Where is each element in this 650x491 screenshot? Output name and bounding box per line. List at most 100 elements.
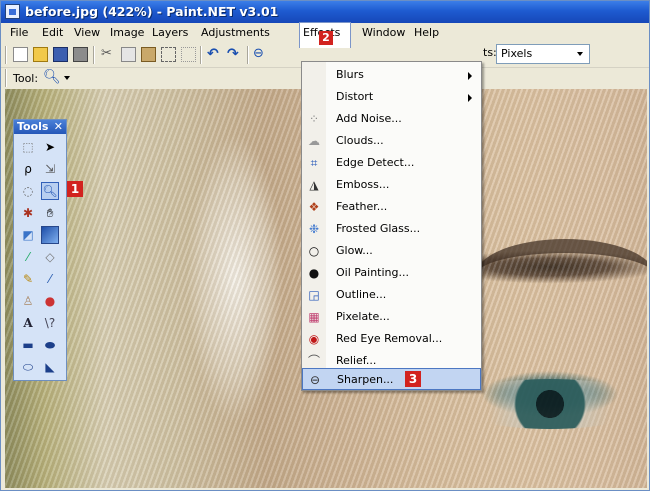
- zoom-tool-icon[interactable]: 🔍︎: [41, 182, 59, 200]
- feather-icon: ❖: [308, 200, 320, 214]
- menu-window[interactable]: Window: [359, 23, 408, 43]
- tools-panel-header: Tools ✕: [14, 120, 66, 134]
- new-image-icon[interactable]: [13, 47, 28, 62]
- paint-bucket-icon[interactable]: ◩: [19, 226, 37, 244]
- edge-detect-icon: ⌗: [310, 156, 318, 170]
- toolbar-grip: [5, 46, 7, 64]
- menu-item-add-noise[interactable]: ⁘ Add Noise...: [302, 108, 481, 130]
- menu-item-label: Feather...: [336, 200, 388, 213]
- menu-item-pixelate[interactable]: ▦ Pixelate...: [302, 306, 481, 328]
- menu-item-label: Blurs: [336, 68, 364, 81]
- menu-item-label: Distort: [336, 90, 374, 103]
- sharpen-icon: ⊖: [309, 373, 321, 387]
- menu-item-label: Frosted Glass...: [336, 222, 421, 235]
- toolbar-grip: [5, 69, 7, 87]
- menu-item-label: Outline...: [336, 288, 387, 301]
- pan-hand-icon[interactable]: ✋︎: [41, 204, 59, 222]
- tools-panel: Tools ✕ ⬚ ➤ ρ ⇲ ◌ 🔍︎ ✱ ✋︎ ◩ ⁄ ◇ ✎ ⁄ ♙ ● …: [13, 119, 67, 381]
- paintnet-app-icon: [5, 4, 20, 19]
- eraser-icon[interactable]: ◇: [41, 248, 59, 266]
- clouds-icon: ☁: [308, 134, 320, 148]
- outline-icon: ◲: [308, 288, 320, 302]
- menu-item-edge-detect[interactable]: ⌗ Edge Detect...: [302, 152, 481, 174]
- ellipse-select-icon[interactable]: ◌: [19, 182, 37, 200]
- submenu-arrow-icon: [468, 94, 472, 102]
- red-eye-icon: ◉: [308, 332, 320, 346]
- crop-icon[interactable]: [161, 47, 176, 62]
- move-selection-icon[interactable]: ➤: [41, 138, 59, 156]
- freeform-shape-icon[interactable]: ◣: [41, 358, 59, 376]
- submenu-arrow-icon: [468, 72, 472, 80]
- move-selected-icon[interactable]: ⇲: [41, 160, 59, 178]
- pencil-icon[interactable]: ✎: [19, 270, 37, 288]
- cut-icon[interactable]: ✂: [101, 47, 116, 62]
- toolbar-separator: [200, 46, 202, 64]
- menu-item-red-eye-removal[interactable]: ◉ Red Eye Removal...: [302, 328, 481, 350]
- paintbrush-icon[interactable]: ⁄: [19, 248, 37, 266]
- emboss-icon: ◮: [309, 178, 319, 192]
- menu-view[interactable]: View: [71, 23, 103, 43]
- units-label: ts:: [483, 46, 497, 59]
- copy-icon[interactable]: [121, 47, 136, 62]
- menu-edit[interactable]: Edit: [39, 23, 66, 43]
- menu-help[interactable]: Help: [411, 23, 442, 43]
- units-value: Pixels: [501, 47, 533, 60]
- ellipse-shape-icon[interactable]: ⬭: [19, 358, 37, 376]
- menu-item-label: Emboss...: [336, 178, 390, 191]
- zoom-out-icon[interactable]: ⊖: [253, 47, 268, 62]
- print-icon[interactable]: [73, 47, 88, 62]
- tool-label: Tool:: [13, 72, 39, 85]
- save-icon[interactable]: [53, 47, 68, 62]
- color-picker-icon[interactable]: ⁄: [41, 270, 59, 288]
- menu-adjustments[interactable]: Adjustments: [198, 23, 273, 43]
- chevron-down-icon: [577, 52, 583, 56]
- units-dropdown[interactable]: Pixels: [496, 44, 590, 64]
- recolor-icon[interactable]: ●: [41, 292, 59, 310]
- frosted-glass-icon: ❉: [308, 222, 320, 236]
- menu-item-outline[interactable]: ◲ Outline...: [302, 284, 481, 306]
- menu-item-feather[interactable]: ❖ Feather...: [302, 196, 481, 218]
- magnifier-icon[interactable]: 🔍︎: [43, 69, 61, 85]
- pixelate-icon: ▦: [308, 310, 320, 324]
- rounded-rectangle-icon[interactable]: ⬬: [41, 336, 59, 354]
- toolbar-separator: [247, 46, 249, 64]
- paste-icon[interactable]: [141, 47, 156, 62]
- rectangle-select-icon[interactable]: ⬚: [19, 138, 37, 156]
- toolbar-separator: [93, 46, 95, 64]
- menu-item-label: Edge Detect...: [336, 156, 415, 169]
- menu-item-clouds[interactable]: ☁ Clouds...: [302, 130, 481, 152]
- gradient-icon[interactable]: [41, 226, 59, 244]
- menu-file[interactable]: File: [7, 23, 31, 43]
- chevron-down-icon[interactable]: [64, 76, 70, 80]
- redo-icon[interactable]: ↷: [227, 47, 242, 62]
- text-tool-icon[interactable]: A: [19, 314, 37, 332]
- menu-item-emboss[interactable]: ◮ Emboss...: [302, 174, 481, 196]
- menu-item-frosted-glass[interactable]: ❉ Frosted Glass...: [302, 218, 481, 240]
- lasso-select-icon[interactable]: ρ: [19, 160, 37, 178]
- menu-item-oil-painting[interactable]: ● Oil Painting...: [302, 262, 481, 284]
- menu-item-blurs[interactable]: Blurs: [302, 64, 481, 86]
- callout-badge-2: 2: [319, 31, 333, 45]
- title-bar: before.jpg (422%) - Paint.NET v3.01: [1, 1, 649, 23]
- menu-image[interactable]: Image: [107, 23, 147, 43]
- menu-item-glow[interactable]: ○ Glow...: [302, 240, 481, 262]
- close-icon[interactable]: ✕: [54, 120, 63, 134]
- menu-item-label: Glow...: [336, 244, 373, 257]
- menu-item-sharpen[interactable]: ⊖ Sharpen...: [302, 368, 481, 390]
- deselect-icon[interactable]: [181, 47, 196, 62]
- menu-layers[interactable]: Layers: [149, 23, 191, 43]
- line-curve-icon[interactable]: \?: [41, 314, 59, 332]
- menu-item-label: Clouds...: [336, 134, 384, 147]
- clone-stamp-icon[interactable]: ♙: [19, 292, 37, 310]
- undo-icon[interactable]: ↶: [207, 47, 222, 62]
- rectangle-shape-icon[interactable]: ▬: [19, 336, 37, 354]
- magic-wand-icon[interactable]: ✱: [19, 204, 37, 222]
- menu-item-label: Oil Painting...: [336, 266, 409, 279]
- callout-badge-1: 1: [67, 181, 83, 197]
- menu-item-label: Pixelate...: [336, 310, 390, 323]
- tools-panel-title: Tools: [17, 120, 49, 133]
- menu-item-label: Red Eye Removal...: [336, 332, 443, 345]
- menu-item-distort[interactable]: Distort: [302, 86, 481, 108]
- open-folder-icon[interactable]: [33, 47, 48, 62]
- relief-icon: ⌒: [307, 354, 320, 368]
